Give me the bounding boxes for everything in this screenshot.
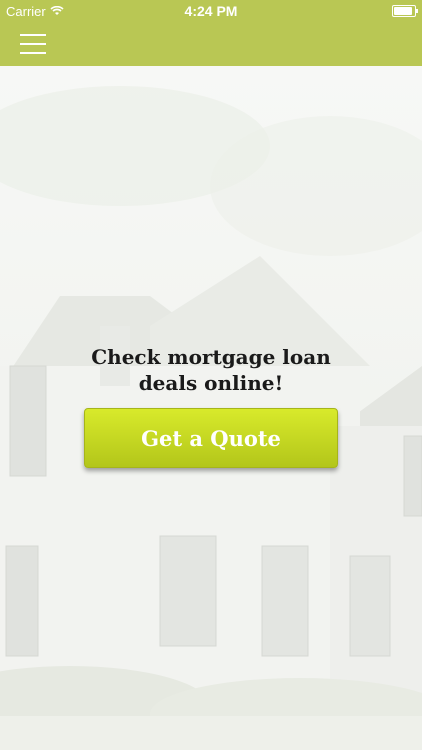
carrier-label: Carrier xyxy=(6,3,46,19)
headline-line-1: Check mortgage loan xyxy=(91,345,331,369)
get-a-quote-button[interactable]: Get a Quote xyxy=(84,408,338,468)
wifi-icon xyxy=(50,4,64,19)
status-bar: Carrier 4:24 PM xyxy=(0,0,422,22)
headline-line-2: deals online! xyxy=(138,371,284,395)
menu-line xyxy=(20,43,46,45)
hero-background: Check mortgage loan deals online! Get a … xyxy=(0,66,422,750)
menu-line xyxy=(20,34,46,36)
menu-line xyxy=(20,52,46,54)
hero-headline: Check mortgage loan deals online! xyxy=(60,344,362,396)
navigation-bar xyxy=(0,22,422,66)
carrier-group: Carrier xyxy=(6,4,64,19)
battery-icon xyxy=(392,5,418,17)
hamburger-menu-icon[interactable] xyxy=(16,30,50,58)
